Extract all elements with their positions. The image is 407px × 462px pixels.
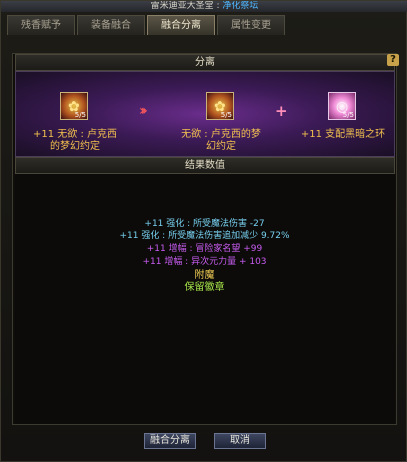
extra-item-name: +11 支配黑暗之环: [300, 129, 386, 140]
source-item-slot[interactable]: ✿ 5/5: [60, 92, 88, 120]
result-line: +11 增幅 : 异次元力量 + 103: [142, 257, 267, 267]
plus-icon: +: [275, 102, 288, 120]
results-header: 结果数值: [15, 157, 395, 174]
window-title-location: 雷米迪亚大圣堂 :: [150, 1, 223, 11]
result-line: +11 强化 : 所受魔法伤害追加减少 9.72%: [119, 231, 290, 241]
tab-scent-grant[interactable]: 残香赋予: [7, 15, 75, 35]
help-icon[interactable]: ?: [387, 54, 399, 66]
window-title-altar: 净化祭坛: [222, 1, 259, 11]
result-item-name: 无欲 : 卢克西的梦 幻约定: [166, 129, 276, 153]
result-item-slot[interactable]: ✿ 5/5: [206, 92, 234, 120]
result-line: +11 强化 : 所受魔法伤害 -27: [144, 219, 265, 229]
window: 雷米迪亚大圣堂 : 净化祭坛 残香赋予 装备融合 融合分离 属性变更 分离 ? …: [0, 0, 407, 462]
result-item-name-line1: 无欲 : 卢克西的梦: [181, 129, 261, 140]
fusion-separation-button[interactable]: 融合分离: [144, 433, 196, 449]
window-title: 雷米迪亚大圣堂 : 净化祭坛: [1, 1, 407, 12]
source-item-count: 5/5: [74, 111, 86, 119]
result-item-count: 5/5: [220, 111, 232, 119]
separation-header: 分离: [15, 54, 395, 71]
cancel-button[interactable]: 取消: [214, 433, 266, 449]
tab-fusion-separation[interactable]: 融合分离: [147, 15, 215, 35]
source-item-name-line1: +11 无欲 : 卢克西: [32, 129, 117, 140]
enchant-label: 附魔: [194, 270, 215, 281]
tab-equipment-fusion[interactable]: 装备融合: [77, 15, 145, 35]
emblem-label: 保留徽章: [184, 282, 225, 293]
extra-item-slot[interactable]: ◎ 5/5: [328, 92, 356, 120]
tab-attribute-change[interactable]: 属性变更: [217, 15, 285, 35]
result-line: +11 增幅 : 冒险家名望 +99: [146, 244, 263, 254]
triple-chevron-right-icon: ›››: [139, 103, 148, 119]
tab-bar: 残香赋予 装备融合 融合分离 属性变更: [7, 15, 287, 37]
extra-item-count: 5/5: [342, 111, 354, 119]
source-item-name: +11 无欲 : 卢克西 的梦幻约定: [23, 129, 127, 153]
result-item-name-line2: 幻约定: [206, 141, 236, 152]
source-item-name-line2: 的梦幻约定: [50, 141, 100, 152]
results-area: [15, 174, 395, 424]
